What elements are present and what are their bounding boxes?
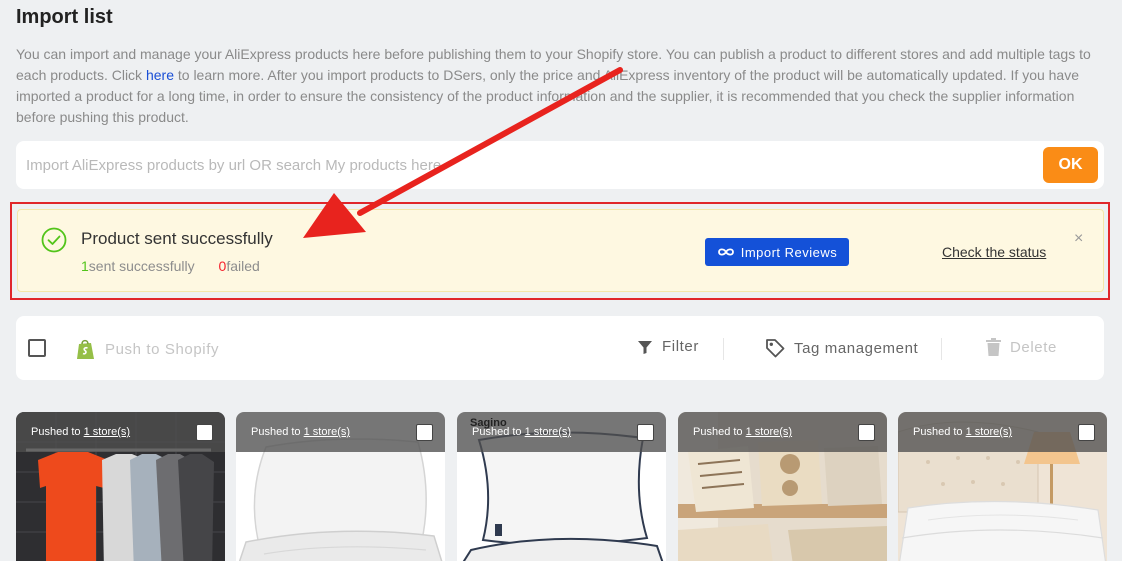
product-checkbox[interactable]: [1078, 424, 1095, 441]
product-card[interactable]: Pushed to 1 store(s): [898, 412, 1107, 561]
push-to-shopify-label: Push to Shopify: [105, 340, 220, 358]
pushed-to-label: Pushed to: [472, 426, 522, 438]
stores-link[interactable]: 1 store(s): [304, 426, 350, 438]
pushed-to-label: Pushed to: [693, 426, 743, 438]
annotation-highlight-box: [10, 202, 1110, 300]
pushed-status: Pushed to 1 store(s): [472, 426, 571, 438]
ok-button[interactable]: OK: [1043, 147, 1098, 183]
bulk-action-toolbar: Push to Shopify Filter Tag management De…: [16, 316, 1104, 380]
product-card[interactable]: Sagino Pushed to 1 store(s): [457, 412, 666, 561]
select-all-checkbox[interactable]: [28, 339, 46, 357]
import-search-input[interactable]: [26, 149, 1036, 181]
tag-icon: [766, 339, 785, 358]
pushed-status: Pushed to 1 store(s): [251, 426, 350, 438]
pushed-to-label: Pushed to: [31, 426, 81, 438]
pushed-status: Pushed to 1 store(s): [913, 426, 1012, 438]
trash-icon: [986, 338, 1001, 356]
stores-link[interactable]: 1 store(s): [84, 426, 130, 438]
product-checkbox[interactable]: [858, 424, 875, 441]
stores-link[interactable]: 1 store(s): [966, 426, 1012, 438]
tag-management-button[interactable]: Tag management: [765, 338, 918, 358]
filter-label: Filter: [662, 338, 699, 355]
pushed-to-label: Pushed to: [913, 426, 963, 438]
pushed-status: Pushed to 1 store(s): [31, 426, 130, 438]
product-card[interactable]: Pushed to 1 store(s): [16, 412, 225, 561]
shopify-bag-icon: [77, 339, 94, 359]
pushed-to-label: Pushed to: [251, 426, 301, 438]
delete-label: Delete: [1010, 338, 1057, 356]
tag-management-label: Tag management: [794, 339, 919, 357]
product-checkbox[interactable]: [637, 424, 654, 441]
stores-link[interactable]: 1 store(s): [525, 426, 571, 438]
learn-more-link[interactable]: here: [146, 67, 174, 83]
pushed-status: Pushed to 1 store(s): [693, 426, 792, 438]
page-description: You can import and manage your AliExpres…: [16, 44, 1096, 128]
product-checkbox[interactable]: [196, 424, 213, 441]
product-card[interactable]: Pushed to 1 store(s): [236, 412, 445, 561]
import-search-bar: OK: [16, 141, 1104, 189]
toolbar-divider: [941, 338, 942, 360]
filter-icon: [638, 340, 652, 354]
push-to-shopify-button[interactable]: Push to Shopify: [76, 338, 219, 360]
product-checkbox[interactable]: [416, 424, 433, 441]
stores-link[interactable]: 1 store(s): [746, 426, 792, 438]
delete-button[interactable]: Delete: [986, 338, 1057, 356]
toolbar-divider: [723, 338, 724, 360]
filter-button[interactable]: Filter: [637, 338, 699, 355]
page-title: Import list: [16, 6, 113, 28]
product-card[interactable]: Pushed to 1 store(s): [678, 412, 887, 561]
description-text-2: to learn more. After you import products…: [16, 67, 1080, 125]
